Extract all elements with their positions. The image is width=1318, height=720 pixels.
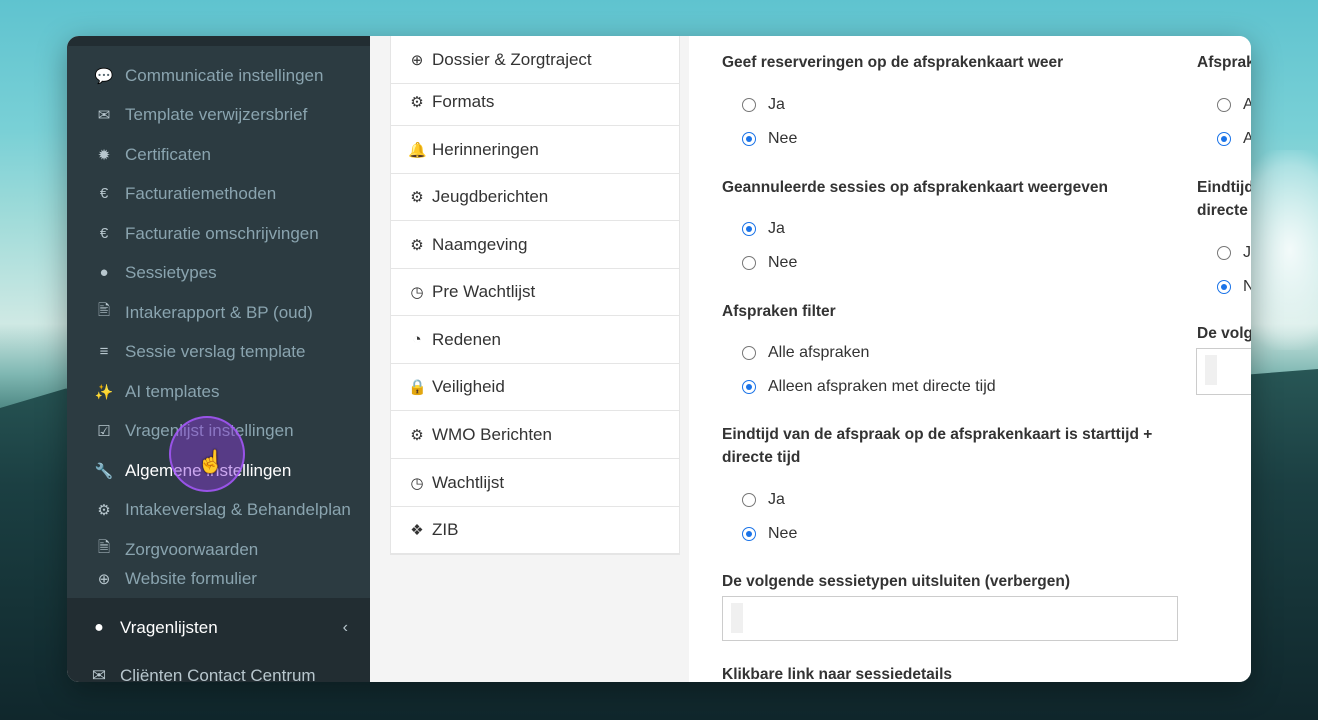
globe-icon: ● (94, 619, 104, 636)
question-eindtijd: Eindtijd van de afspraak op de afspraken… (722, 426, 1153, 466)
sidebar-item-intakeverslag[interactable]: ⚙ Intakeverslag & Behandelplan (67, 490, 370, 529)
sidebar-group-vragenlijsten[interactable]: ● Vragenlijsten ‹ (67, 608, 370, 648)
file-icon: 🖹 (97, 302, 111, 319)
radio-button-selected[interactable] (742, 527, 756, 541)
menu-item-pre-wachtlijst[interactable]: ◷ Pre Wachtlijst (391, 268, 679, 316)
menu-item-redenen[interactable]: ◔ Redenen (391, 316, 679, 364)
gear-icon: ⚙ (410, 426, 424, 444)
sidebar-item-website-formulier[interactable]: ⊕ Website formulier (67, 559, 370, 598)
sidebar-item-sessie-verslag-template[interactable]: ≡ Sessie verslag template (67, 332, 370, 371)
radio-button[interactable] (742, 98, 756, 112)
gear-icon: ⚙ (410, 188, 424, 206)
clock-icon: ◷ (410, 283, 424, 301)
medkit-icon: ⊕ (97, 570, 111, 588)
sidebar-item-certificaten[interactable]: ✹ Certificaten (67, 135, 370, 174)
sidebar-item-template-verwijzersbrief[interactable]: ✉ Template verwijzersbrief (67, 95, 370, 134)
certificate-icon: ✹ (97, 146, 111, 164)
radio-reserveringen-nee[interactable]: Nee (742, 130, 797, 148)
magic-wand-icon: ✨ (94, 383, 114, 401)
gear-icon: ⚙ (97, 501, 111, 519)
radio-button[interactable] (1217, 98, 1231, 112)
menu-item-zib[interactable]: ❖ ZIB (391, 506, 679, 554)
menu-item-naamgeving[interactable]: ⚙ Naamgeving (391, 221, 679, 269)
radio-reserveringen-ja[interactable]: Ja (742, 96, 785, 114)
sidebar-item-sessietypes[interactable]: ● Sessietypes (67, 253, 370, 292)
app-window: 💬 Communicatie instellingen ✉ Template ver… (67, 36, 1251, 682)
menu-item-veiligheid[interactable]: 🔒 Veiligheid (391, 363, 679, 411)
radio-right-2b[interactable]: N (1217, 278, 1251, 296)
sidebar-item-communicatie[interactable]: 💬 Communicatie instellingen (67, 56, 370, 95)
settings-submenu: 💬 Communicatie instellingen ✉ Template ver… (67, 46, 370, 598)
clock-icon: ◷ (410, 474, 424, 492)
menu-item-dossier[interactable]: ⊕ Dossier & Zorgtraject (391, 36, 679, 84)
check-square-icon: ☑ (97, 422, 111, 440)
question-eindtijd-right: Eindtijd directe (1197, 179, 1251, 219)
select-tag-placeholder (1205, 355, 1217, 385)
question-sessietypen-uitsluiten: De volgende sessietypen uitsluiten (verb… (722, 573, 1070, 590)
sidebar-item-clienten-contact-centrum[interactable]: ✉ Cliënten Contact Centrum (67, 666, 370, 682)
radio-button-selected[interactable] (1217, 132, 1231, 146)
sidebar-item-facturatiemethoden[interactable]: € Facturatiemethoden (67, 174, 370, 213)
comments-icon: 💬 (94, 67, 114, 85)
menu-item-herinneringen[interactable]: 🔔 Herinneringen (391, 126, 679, 174)
radio-alle-afspraken[interactable]: Alle afspraken (742, 344, 869, 362)
menu-item-wmo-berichten[interactable]: ⚙ WMO Berichten (391, 411, 679, 459)
euro-icon: € (99, 225, 109, 242)
lock-icon: 🔒 (408, 378, 427, 396)
radio-right-2a[interactable]: J (1217, 244, 1251, 262)
chevron-left-icon: ‹ (342, 619, 348, 636)
radio-button[interactable] (742, 346, 756, 360)
question-klikbare-link: Klikbare link naar sessiedetails (722, 666, 953, 682)
menu-item-wachtlijst[interactable]: ◷ Wachtlijst (391, 459, 679, 507)
bell-icon: 🔔 (408, 141, 427, 159)
pie-chart-icon: ◔ (412, 331, 422, 348)
question-volgende-right: De volg (1197, 325, 1251, 342)
question-afspraken-right: Afsprak (1197, 54, 1251, 71)
radio-button[interactable] (742, 256, 756, 270)
radio-eindtijd-nee[interactable]: Nee (742, 525, 797, 543)
radio-eindtijd-ja[interactable]: Ja (742, 491, 785, 509)
radio-button[interactable] (742, 493, 756, 507)
sidebar-item-intakerapport[interactable]: 🖹 Intakerapport & BP (oud) (67, 293, 370, 332)
settings-category-menu: ⊕ Dossier & Zorgtraject ⚙ Formats 🔔 Herinne… (390, 36, 680, 555)
settings-panel: Geef reserveringen op de afsprakenkaart … (689, 36, 1251, 682)
envelope-icon: ✉ (91, 666, 107, 682)
radio-button-selected[interactable] (742, 380, 756, 394)
menu-item-formats[interactable]: ⚙ Formats (391, 78, 679, 126)
radio-button-selected[interactable] (1217, 280, 1231, 294)
radio-button-selected[interactable] (742, 222, 756, 236)
sidebar-item-facturatie-omschrijvingen[interactable]: € Facturatie omschrijvingen (67, 214, 370, 253)
wrench-icon: 🔧 (94, 462, 114, 480)
euro-icon: € (99, 185, 109, 202)
question-afspraken-filter: Afspraken filter (722, 303, 836, 320)
envelope-icon: ✉ (97, 106, 111, 124)
sessietypen-select-input[interactable] (722, 596, 1178, 641)
sidebar: 💬 Communicatie instellingen ✉ Template ver… (67, 36, 370, 682)
question-geannuleerde-sessies: Geannuleerde sessies op afsprakenkaart w… (722, 179, 1108, 196)
list-icon: ≡ (99, 343, 109, 360)
radio-right-1a[interactable]: A (1217, 96, 1251, 114)
medkit-icon: ⊕ (410, 51, 424, 69)
radio-right-1b[interactable]: A (1217, 130, 1251, 148)
radio-geannuleerd-nee[interactable]: Nee (742, 254, 797, 272)
select-tag-placeholder (731, 603, 743, 633)
question-reserveringen: Geef reserveringen op de afsprakenkaart … (722, 54, 1064, 71)
radio-alleen-directe-tijd[interactable]: Alleen afspraken met directe tijd (742, 378, 996, 396)
hand-cursor-icon: ☝ (197, 449, 225, 474)
radio-geannuleerd-ja[interactable]: Ja (742, 220, 785, 238)
puzzle-icon: ❖ (410, 521, 424, 539)
radio-button[interactable] (1217, 246, 1231, 260)
menu-item-jeugdberichten[interactable]: ⚙ Jeugdberichten (391, 173, 679, 221)
sidebar-item-ai-templates[interactable]: ✨ AI templates (67, 372, 370, 411)
globe-icon: ● (99, 264, 109, 281)
gear-icon: ⚙ (410, 236, 424, 254)
select-input-right[interactable] (1196, 348, 1251, 395)
radio-button-selected[interactable] (742, 132, 756, 146)
gear-icon: ⚙ (410, 93, 424, 111)
